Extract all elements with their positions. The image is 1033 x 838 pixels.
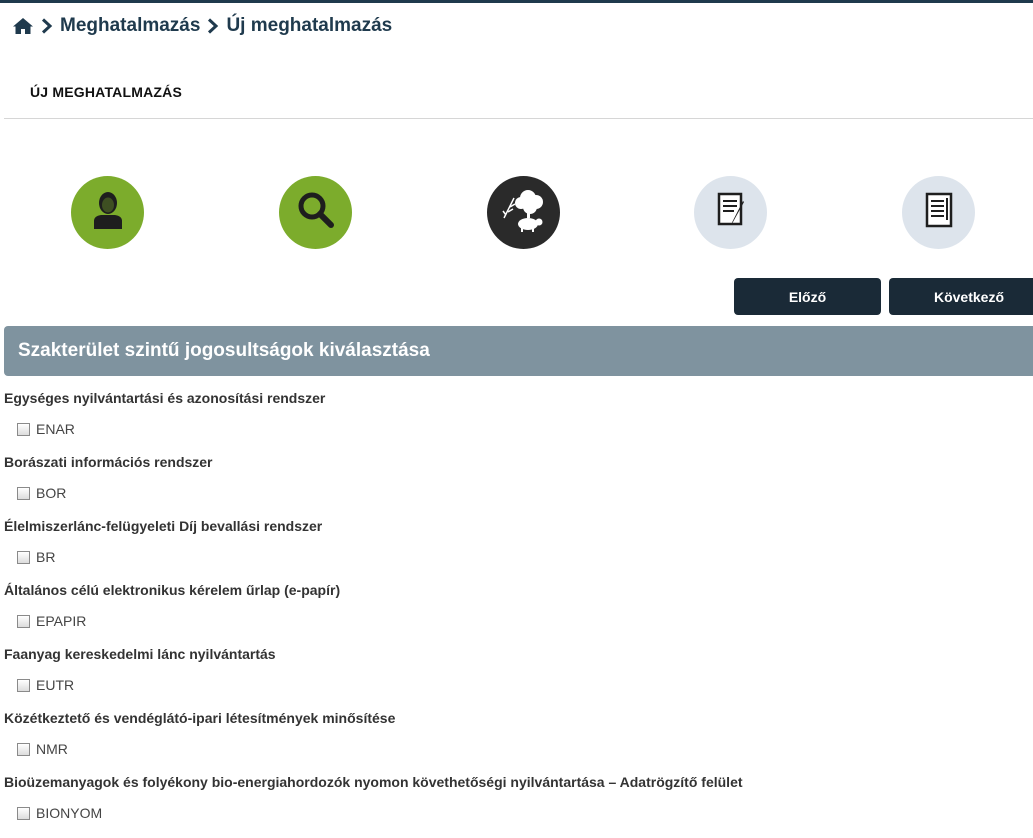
system-title: Borászati információs rendszer (4, 454, 213, 470)
checkbox[interactable] (17, 486, 30, 500)
system-option-bionyom[interactable]: BIONYOM (17, 805, 102, 821)
top-border (0, 0, 1033, 3)
checkbox-label: EUTR (36, 677, 75, 693)
system-title: Közétkeztető és vendéglátó-ipari létesít… (4, 710, 396, 726)
system-option-eutr[interactable]: EUTR (17, 677, 74, 693)
breadcrumb: Meghatalmazás Új meghatalmazás (12, 14, 392, 38)
divider (4, 118, 1033, 119)
breadcrumb-item-meghatalmazas[interactable]: Meghatalmazás (60, 15, 200, 37)
agriculture-icon (498, 184, 550, 241)
checkbox[interactable] (17, 678, 30, 692)
previous-button[interactable]: Előző (734, 278, 881, 315)
system-option-enar[interactable]: ENAR (17, 421, 75, 437)
list-item: Közétkeztető és vendéglátó-ipari létesít… (0, 710, 1033, 774)
section-title: Szakterület szintű jogosultságok kiválas… (18, 340, 430, 361)
step-2-search[interactable] (279, 176, 352, 249)
document-list-icon (922, 190, 956, 235)
person-icon (91, 190, 125, 235)
checkbox-label: NMR (36, 741, 68, 757)
checkbox[interactable] (17, 550, 30, 564)
document-edit-icon (714, 190, 748, 235)
chevron-right-icon (41, 18, 53, 34)
checkbox[interactable] (17, 614, 30, 628)
checkbox[interactable] (17, 742, 30, 756)
breadcrumb-item-current: Új meghatalmazás (226, 15, 393, 36)
step-1-person[interactable] (71, 176, 144, 249)
search-icon (296, 190, 336, 235)
system-option-epapir[interactable]: EPAPIR (17, 613, 86, 629)
list-item: Élelmiszerlánc-felügyeleti Díj bevallási… (0, 518, 1033, 582)
system-title: Élelmiszerlánc-felügyeleti Díj bevallási… (4, 518, 323, 534)
system-title: Egységes nyilvántartási és azonosítási r… (4, 390, 326, 406)
list-item: Faanyag kereskedelmi lánc nyilvántartás … (0, 646, 1033, 710)
home-icon[interactable] (12, 17, 34, 35)
checkbox-label: BIONYOM (36, 805, 103, 821)
list-item: Bioüzemanyagok és folyékony bio-energiah… (0, 774, 1033, 838)
system-title: Bioüzemanyagok és folyékony bio-energiah… (4, 774, 743, 790)
step-5-document-list[interactable] (902, 176, 975, 249)
checkbox-label: BR (36, 549, 56, 565)
system-list: Egységes nyilvántartási és azonosítási r… (0, 390, 1033, 838)
list-item: Egységes nyilvántartási és azonosítási r… (0, 390, 1033, 454)
step-4-document-edit[interactable] (694, 176, 767, 249)
checkbox[interactable] (17, 806, 30, 820)
next-button[interactable]: Következő (889, 278, 1033, 315)
checkbox[interactable] (17, 422, 30, 436)
checkbox-label: EPAPIR (36, 613, 87, 629)
chevron-right-icon (207, 18, 219, 34)
list-item: Általános célú elektronikus kérelem űrla… (0, 582, 1033, 646)
page-title: ÚJ MEGHATALMAZÁS (30, 84, 183, 100)
system-option-br[interactable]: BR (17, 549, 55, 565)
checkbox-label: BOR (36, 485, 67, 501)
section-header: Szakterület szintű jogosultságok kiválas… (4, 326, 1033, 376)
system-title: Faanyag kereskedelmi lánc nyilvántartás (4, 646, 276, 662)
system-option-bor[interactable]: BOR (17, 485, 66, 501)
list-item: Borászati információs rendszer BOR (0, 454, 1033, 518)
system-option-nmr[interactable]: NMR (17, 741, 68, 757)
system-title: Általános célú elektronikus kérelem űrla… (4, 582, 341, 598)
step-3-agriculture[interactable] (487, 176, 560, 249)
checkbox-label: ENAR (36, 421, 75, 437)
